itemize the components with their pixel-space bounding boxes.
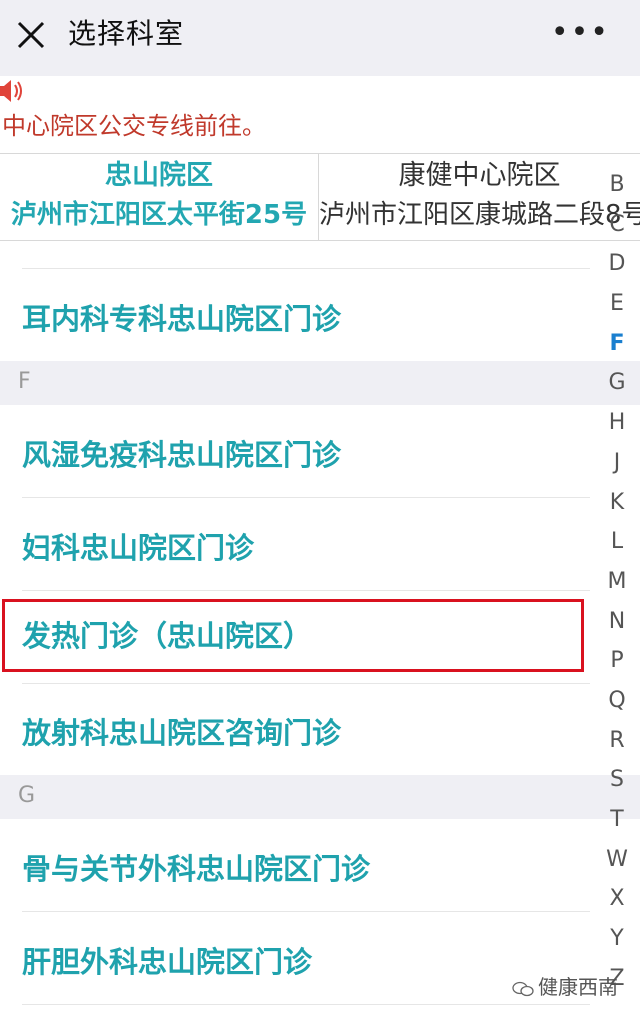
- notice-banner: 中心院区公交专线前往。: [0, 76, 640, 154]
- section-header-f: F: [0, 361, 640, 405]
- list-item-partial: [22, 241, 590, 269]
- index-letter-g[interactable]: G: [594, 363, 640, 403]
- index-letter-s[interactable]: S: [594, 760, 640, 800]
- campus-tab-zhongshan[interactable]: 忠山院区 泸州市江阳区太平街25号: [0, 154, 318, 240]
- more-options-button[interactable]: •••: [551, 18, 610, 48]
- watermark-text: 健康西南: [538, 975, 618, 999]
- section-header-g: G: [0, 775, 640, 819]
- index-letter-t[interactable]: T: [594, 800, 640, 840]
- list-item[interactable]: 肝胆外科忠山院区门诊: [22, 912, 590, 1005]
- index-letter-q[interactable]: Q: [594, 681, 640, 721]
- list-item[interactable]: 耳内科专科忠山院区门诊: [22, 269, 590, 361]
- index-letter-y[interactable]: Y: [594, 919, 640, 959]
- department-label: 放射科忠山院区咨询门诊: [22, 716, 342, 750]
- campus-address: 泸州市江阳区太平街25号: [10, 200, 308, 230]
- department-label: 妇科忠山院区门诊: [22, 531, 255, 565]
- index-letter-d[interactable]: D: [594, 244, 640, 284]
- speaker-icon: [0, 80, 22, 102]
- campus-address: 泸州市江阳区康城路二段8号: [319, 200, 640, 230]
- index-letter-n[interactable]: N: [594, 602, 640, 642]
- highlight-box: [2, 599, 584, 672]
- campus-name: 康健中心院区: [398, 160, 561, 191]
- index-letter-b[interactable]: B: [594, 165, 640, 205]
- list-item[interactable]: 骨与关节外科忠山院区门诊: [22, 819, 590, 912]
- list-item[interactable]: 妇科忠山院区门诊: [22, 498, 590, 591]
- list-item[interactable]: 风湿免疫科忠山院区门诊: [22, 405, 590, 498]
- notice-text: 中心院区公交专线前往。: [2, 112, 266, 140]
- department-label: 骨与关节外科忠山院区门诊: [22, 852, 371, 886]
- top-bar: 选择科室 •••: [0, 0, 640, 76]
- index-letter-f[interactable]: F: [594, 324, 640, 364]
- index-letter-e[interactable]: E: [594, 284, 640, 324]
- index-letter-l[interactable]: L: [594, 522, 640, 562]
- index-letter-x[interactable]: X: [594, 879, 640, 919]
- list-item[interactable]: 放射科忠山院区咨询门诊: [22, 684, 590, 775]
- index-letter-m[interactable]: M: [594, 562, 640, 602]
- index-letter-r[interactable]: R: [594, 721, 640, 761]
- index-letter-h[interactable]: H: [594, 403, 640, 443]
- section-letter: F: [18, 369, 31, 394]
- department-label: 肝胆外科忠山院区门诊: [22, 945, 313, 979]
- campus-tabs: 忠山院区 泸州市江阳区太平街25号 康健中心院区 泸州市江阳区康城路二段8号: [0, 153, 640, 241]
- wechat-icon: [512, 981, 534, 996]
- close-icon[interactable]: [16, 20, 46, 50]
- campus-name: 忠山院区: [105, 160, 213, 191]
- department-label: 耳内科专科忠山院区门诊: [22, 302, 342, 336]
- watermark: 健康西南: [512, 975, 618, 999]
- alphabet-index-bar[interactable]: BCDEFGHJKLMNPQRSTWXYZ: [594, 165, 640, 998]
- index-letter-k[interactable]: K: [594, 483, 640, 523]
- index-letter-p[interactable]: P: [594, 641, 640, 681]
- section-letter: G: [18, 783, 36, 808]
- index-letter-w[interactable]: W: [594, 840, 640, 880]
- page-title: 选择科室: [68, 17, 185, 50]
- campus-tab-kangjian[interactable]: 康健中心院区 泸州市江阳区康城路二段8号: [318, 154, 640, 240]
- index-letter-j[interactable]: J: [594, 443, 640, 483]
- index-letter-c[interactable]: C: [594, 205, 640, 245]
- department-label: 风湿免疫科忠山院区门诊: [22, 438, 342, 472]
